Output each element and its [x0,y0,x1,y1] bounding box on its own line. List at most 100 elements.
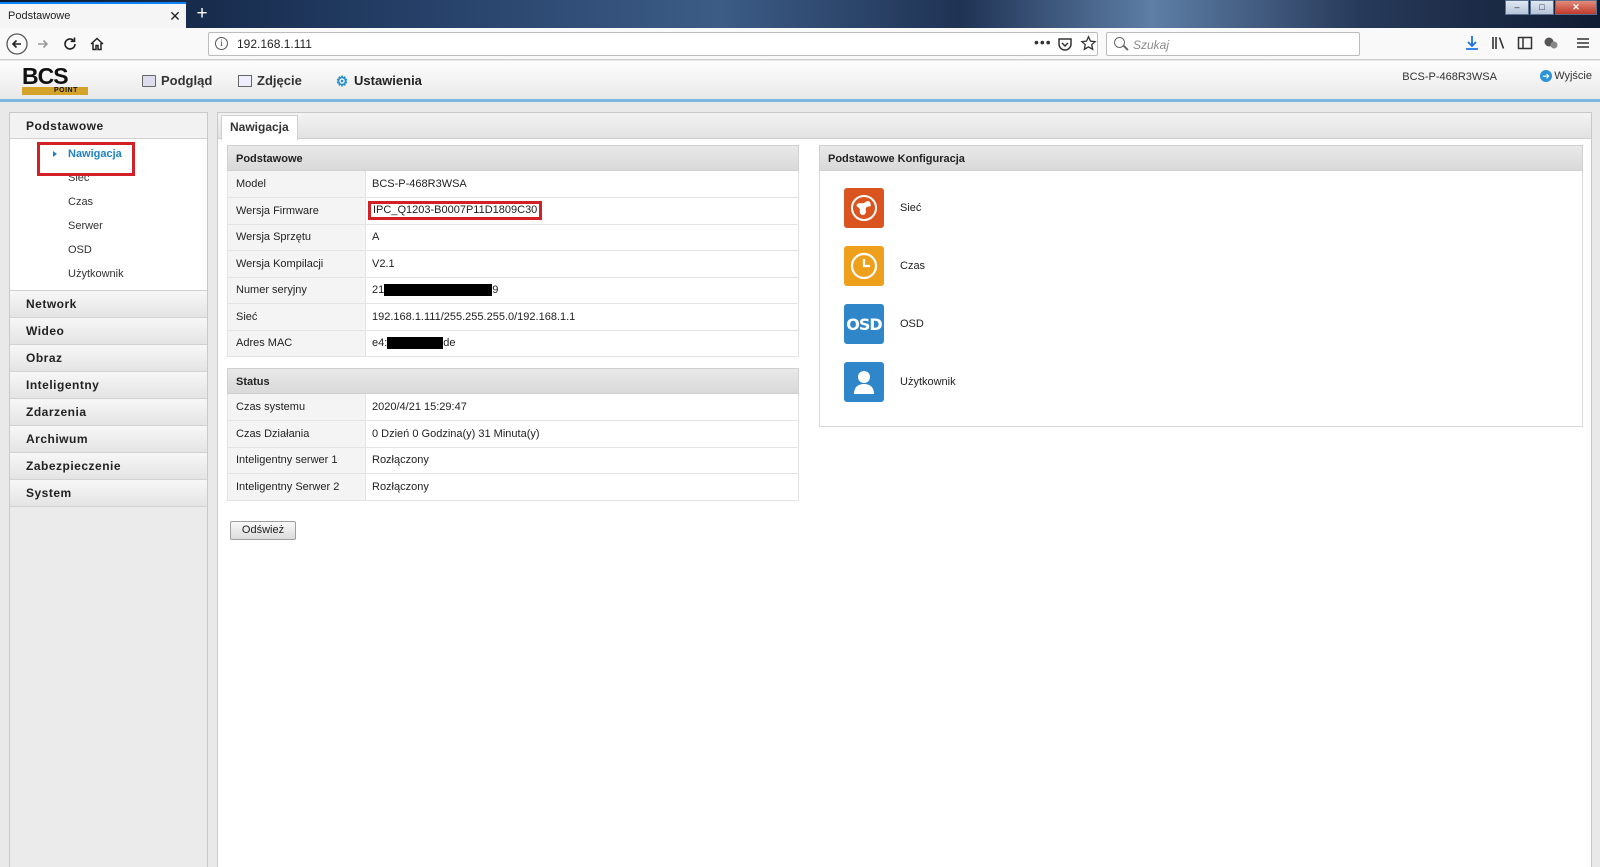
row-label: Czas Działania [227,420,366,448]
more-icon[interactable]: ••• [1034,34,1052,50]
new-tab-button[interactable]: + [191,3,213,25]
logout-label: Wyjście [1554,70,1592,82]
menu-ustawienia[interactable]: ⚙ Ustawienia [335,73,422,88]
sidebar-item-serwer[interactable]: Serwer [10,214,207,238]
sidebar-item-osd[interactable]: OSD [10,238,207,262]
sidebar-section-system[interactable]: System [10,480,207,507]
sidebar-section-obraz[interactable]: Obraz [10,345,207,372]
refresh-button[interactable]: Odśwież [230,521,296,540]
highlight-box [37,142,135,176]
search-bar[interactable]: Szukaj [1106,32,1360,56]
sidebar-section-inteligentny[interactable]: Inteligentny [10,372,207,399]
table-row: Sieć 192.168.1.111/255.255.255.0/192.168… [227,303,799,331]
panel-title: Podstawowe [227,145,799,171]
menu-zdjecie[interactable]: Zdjęcie [238,73,302,88]
status-panel: Status Czas systemu 2020/4/21 15:29:47 C… [227,368,799,501]
search-icon [1114,37,1125,48]
close-icon[interactable]: ✕ [164,8,186,25]
uptime-value: 0 Dzień 0 Godzina(y) 31 Minuta(y) [365,420,799,448]
forward-icon[interactable] [32,33,54,55]
smart-server-1-value: Rozłączony [365,447,799,474]
photo-icon [238,74,252,87]
home-icon[interactable] [86,33,108,55]
info-icon[interactable]: i [215,37,228,50]
gear-icon: ⚙ [335,72,349,89]
browser-titlebar: Podstawowe ✕ + – □ ✕ [0,0,1600,28]
browser-tab-title: Podstawowe [8,10,71,22]
row-label: Czas systemu [227,394,366,421]
menu-label: Podgląd [161,73,213,88]
table-row: Adres MAC e4: de [227,330,799,357]
table-row: Inteligentny serwer 1 Rozłączony [227,447,799,474]
bookmark-star-icon[interactable] [1080,35,1097,55]
sidebar-item-czas[interactable]: Czas [10,190,207,214]
reload-icon[interactable] [59,33,81,55]
extension-icon[interactable] [1541,34,1561,54]
table-row: Wersja Kompilacji V2.1 [227,250,799,278]
sidebar-toggle-icon[interactable] [1515,34,1535,54]
panel-title: Status [227,368,799,394]
firmware-version-value: IPC_Q1203-B0007P11D1809C30 [368,201,543,221]
row-label: Inteligentny Serwer 2 [227,473,366,501]
url-bar[interactable]: i 192.168.1.111 ••• [208,32,1098,56]
basic-info-panel: Podstawowe Model BCS-P-468R3WSA Wersja F… [227,145,799,357]
status-table: Czas systemu 2020/4/21 15:29:47 Czas Dzi… [227,394,799,501]
osd-icon: OSD [844,304,884,344]
table-row: Numer seryjny 21 9 [227,277,799,304]
user-icon [844,362,884,402]
smart-server-2-value: Rozłączony [365,473,799,501]
maximize-button[interactable]: □ [1530,0,1554,15]
main-content: Nawigacja Podstawowe Model BCS-P-468R3WS… [217,112,1592,867]
sidebar-section-header[interactable]: Podstawowe [10,113,207,139]
config-link-siec[interactable]: Sieć [844,188,921,228]
hamburger-menu-icon[interactable] [1573,34,1593,54]
sidebar-section-podstawowe: Podstawowe Nawigacja Sieć Czas Serwer OS… [10,113,207,291]
config-links: Sieć Czas OSD OSD Użytkownik [819,171,1583,427]
config-link-osd[interactable]: OSD OSD [844,304,924,344]
redaction-bar [387,337,444,350]
row-label: Wersja Kompilacji [227,250,366,278]
sidebar-section-network[interactable]: Network [10,291,207,318]
back-icon[interactable] [6,33,28,55]
url-text[interactable]: 192.168.1.111 [237,37,312,51]
window-close-button[interactable]: ✕ [1555,0,1597,15]
browser-toolbar: i 192.168.1.111 ••• Szukaj [0,28,1600,60]
config-link-czas[interactable]: Czas [844,246,925,286]
globe-icon [844,188,884,228]
sidebar-item-uzytkownik[interactable]: Użytkownik [10,262,207,286]
minimize-button[interactable]: – [1505,0,1529,15]
download-icon[interactable] [1462,34,1482,54]
logout-button[interactable]: ➜ Wyjście [1540,70,1592,82]
panel-title: Podstawowe Konfiguracja [819,145,1583,171]
sidebar-section-archiwum[interactable]: Archiwum [10,426,207,453]
config-link-label: Użytkownik [900,376,956,388]
sidebar-section-zabezpieczenie[interactable]: Zabezpieczenie [10,453,207,480]
table-row: Czas Działania 0 Dzień 0 Godzina(y) 31 M… [227,420,799,448]
search-input[interactable]: Szukaj [1133,38,1169,52]
sidebar-section-wideo[interactable]: Wideo [10,318,207,345]
logo-subtext: POINT [54,87,78,94]
clock-icon [844,246,884,286]
pocket-icon[interactable] [1057,36,1073,55]
sidebar-section-zdarzenia[interactable]: Zdarzenia [10,399,207,426]
basic-info-table: Model BCS-P-468R3WSA Wersja Firmware IPC… [227,171,799,357]
basic-config-panel: Podstawowe Konfiguracja Sieć Czas OSD OS… [819,145,1583,427]
config-link-label: OSD [900,318,924,330]
logo-text: BCS [22,63,69,89]
row-label: Adres MAC [227,330,366,357]
menu-label: Ustawienia [354,73,422,88]
library-icon[interactable] [1489,34,1509,54]
redaction-bar [384,284,493,297]
menu-podglad[interactable]: Podgląd [142,73,212,88]
logout-icon: ➜ [1540,70,1553,82]
config-link-label: Czas [900,260,926,272]
config-link-uzytkownik[interactable]: Użytkownik [844,362,956,402]
tab-nawigacja[interactable]: Nawigacja [221,115,298,140]
bcs-logo: BCS POINT [22,65,90,97]
content-tabstrip: Nawigacja [218,113,1591,140]
app-header: BCS POINT Podgląd Zdjęcie ⚙ Ustawienia B… [0,61,1600,102]
row-label: Numer seryjny [227,277,366,304]
browser-tab[interactable]: Podstawowe ✕ [0,2,186,28]
monitor-icon [142,74,156,87]
row-label: Sieć [227,303,366,331]
